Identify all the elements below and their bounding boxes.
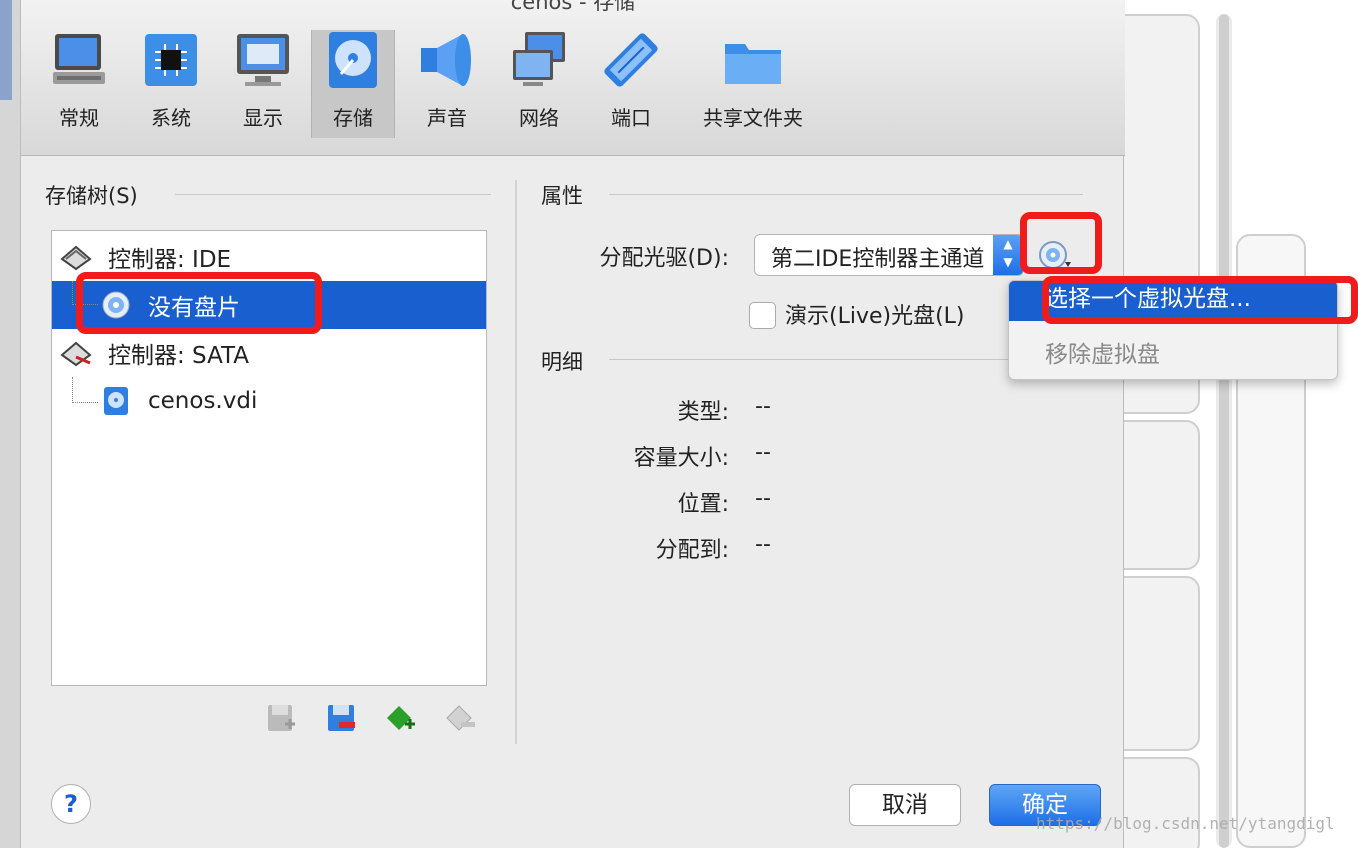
add-controller-icon[interactable] [265, 702, 297, 734]
help-button[interactable]: ? [51, 784, 91, 824]
detail-label-type: 类型: [677, 400, 729, 425]
scrollbar-thumb[interactable] [1219, 14, 1229, 848]
divider [175, 194, 491, 195]
background-accent [0, 0, 12, 100]
storage-disk-icon [329, 32, 377, 88]
tab-storage[interactable]: 存储 [311, 30, 395, 138]
background-scrollbar[interactable] [1216, 14, 1232, 848]
system-chip-icon [145, 34, 197, 86]
drive-select-value: 第二IDE控制器主通道 [771, 247, 985, 272]
detail-value-attached-to: -- [755, 532, 771, 557]
live-cd-checkbox[interactable] [749, 302, 776, 329]
remove-attachment-icon[interactable] [445, 702, 477, 734]
details-title: 明细 [541, 350, 583, 374]
serial-port-icon [604, 33, 658, 87]
live-cd-label[interactable]: 演示(Live)光盘(L) [785, 298, 965, 330]
detail-value-type: -- [755, 394, 771, 419]
detail-value-location: -- [755, 486, 771, 511]
detail-label-attached-to: 分配到: [655, 538, 729, 563]
cancel-button[interactable]: 取消 [849, 784, 961, 826]
network-icon [513, 32, 565, 86]
drive-label: 分配光驱(D): [599, 246, 729, 271]
general-icon [53, 34, 105, 84]
tab-system[interactable]: 系统 [141, 30, 201, 138]
tree-item-label: 控制器: SATA [108, 343, 250, 369]
add-attachment-icon[interactable] [385, 702, 417, 734]
audio-speaker-icon [421, 34, 471, 86]
detail-label-size: 容量大小: [633, 446, 729, 471]
tab-label: 端口 [611, 106, 651, 130]
settings-toolbar: cenos - 存储 常规 系统 显示 存储 声音 网络 端口 共享文件夹 [21, 0, 1125, 156]
tab-label: 系统 [151, 106, 191, 130]
tab-label: 显示 [243, 106, 283, 130]
tree-item-label: cenos.vdi [148, 388, 258, 414]
settings-dialog: cenos - 存储 常规 系统 显示 存储 声音 网络 端口 共享文件夹 存储… [20, 0, 1125, 848]
remove-controller-icon[interactable] [325, 702, 357, 734]
divider [609, 194, 1083, 195]
panel-divider [515, 180, 517, 744]
ide-controller-icon [60, 245, 92, 271]
annotation-highlight-tree-item [76, 272, 322, 334]
watermark: https://blog.csdn.net/ytangdigl [1036, 814, 1335, 833]
tree-item-hard-disk[interactable]: cenos.vdi [52, 377, 486, 425]
menu-item-remove-virtual-disc[interactable]: 移除虚拟盘 [1009, 333, 1337, 377]
annotation-highlight-menu-item [1042, 276, 1358, 324]
background-window-left [0, 0, 20, 848]
detail-label-location: 位置: [677, 492, 729, 517]
tab-general[interactable]: 常规 [49, 30, 109, 138]
tab-label: 常规 [59, 106, 99, 130]
annotation-highlight-disc-button [1020, 212, 1102, 274]
divider [609, 359, 1029, 360]
storage-tree-title: 存储树(S) [45, 184, 138, 208]
sata-controller-icon [60, 341, 92, 367]
drive-select[interactable]: 第二IDE控制器主通道 ▲ ▼ [754, 234, 1024, 276]
tab-display[interactable]: 显示 [233, 30, 293, 138]
tab-network[interactable]: 网络 [509, 30, 569, 138]
tab-label: 网络 [519, 106, 559, 130]
select-stepper-icon[interactable]: ▲ ▼ [993, 235, 1023, 275]
tab-label: 存储 [333, 106, 373, 130]
detail-value-size: -- [755, 440, 771, 465]
tree-item-label: 控制器: IDE [108, 247, 232, 273]
hard-disk-icon [104, 387, 128, 415]
tab-label: 共享文件夹 [703, 106, 803, 130]
display-monitor-icon [237, 34, 289, 86]
tab-shared-folders[interactable]: 共享文件夹 [697, 30, 809, 138]
tab-label: 声音 [427, 106, 467, 130]
background-window-right [1104, 0, 1358, 848]
shared-folder-icon [725, 44, 781, 84]
tab-audio[interactable]: 声音 [417, 30, 477, 138]
attributes-title: 属性 [541, 184, 583, 208]
tree-item-sata-controller[interactable]: 控制器: SATA [52, 329, 486, 377]
window-title: cenos - 存储 [510, 0, 636, 14]
tab-ports[interactable]: 端口 [601, 30, 661, 138]
